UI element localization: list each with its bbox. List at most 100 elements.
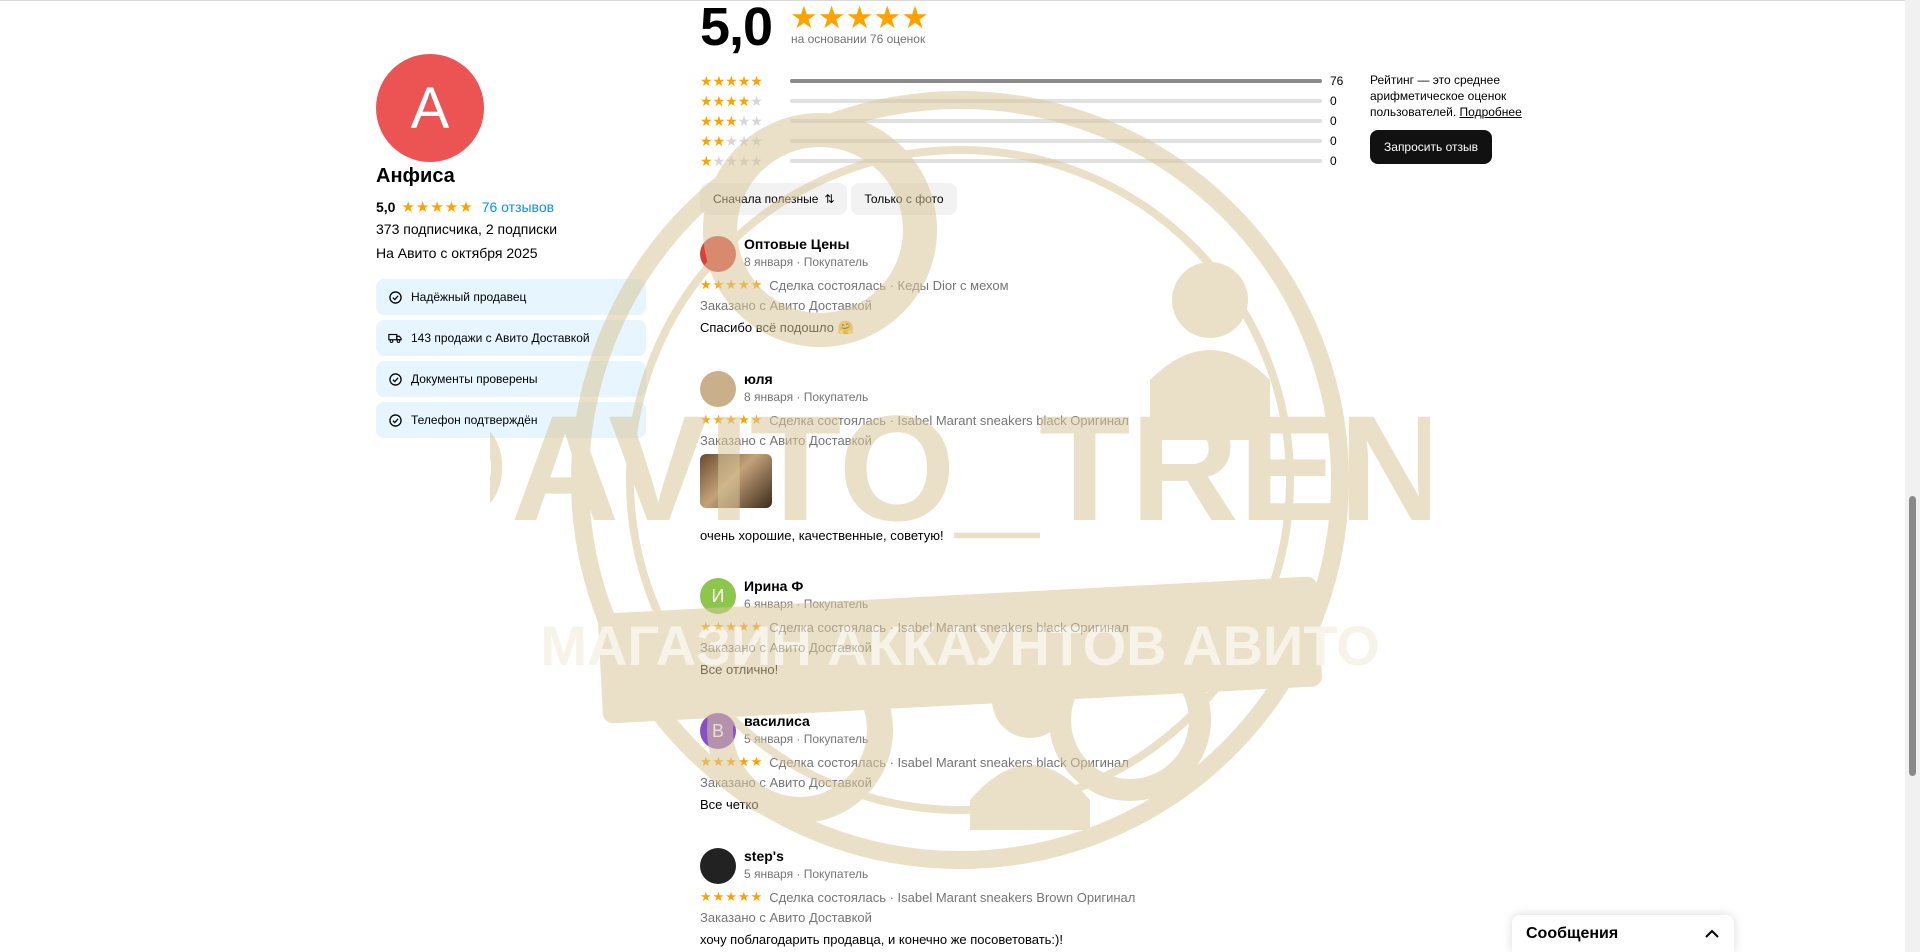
rating-explanation: Рейтинг — это среднее арифметическое оце… — [1370, 72, 1550, 120]
review-stars-icon: ★★★★★ — [700, 889, 764, 904]
badge-delivery-sales[interactable]: 143 продажи с Авито Доставкой — [376, 320, 646, 356]
ratings-count: на основании 76 оценок — [791, 32, 926, 46]
request-review-button[interactable]: Запросить отзыв — [1370, 130, 1492, 164]
reviews-count-link[interactable]: 76 отзывов — [482, 199, 554, 215]
reviewer-name[interactable]: Ирина Ф — [744, 578, 803, 594]
reviewer-name[interactable]: step's — [744, 848, 784, 864]
order-info: Заказано с Авито Доставкой — [700, 910, 872, 925]
review-filters: Сначала полезные ⇅ Только с фото — [700, 183, 961, 215]
review-text: очень хорошие, качественные, советую! — [700, 528, 944, 543]
review-meta: 6 января · Покупатель — [744, 597, 869, 611]
page-scrollbar[interactable] — [1905, 0, 1920, 952]
row-count: 0 — [1330, 94, 1337, 108]
badge-label: 143 продажи с Авито Доставкой — [411, 331, 590, 345]
seller-badges: Надёжный продавец 143 продажи с Авито До… — [376, 279, 646, 443]
reviewer-avatar[interactable] — [700, 236, 736, 272]
overall-score: 5,0 — [700, 0, 773, 57]
seller-stars-icon: ★★★★★ — [401, 199, 474, 216]
rating-distribution: ★★★★★ 76 ★★★★★ 0 ★★★★★ 0 ★★★★★ 0 ★★★★★ 0 — [700, 71, 1345, 171]
reviewer-avatar[interactable]: В — [700, 713, 736, 749]
learn-more-link[interactable]: Подробнее — [1460, 105, 1522, 119]
badge-documents-verified[interactable]: Документы проверены — [376, 361, 646, 397]
deal-text[interactable]: Сделка состоялась · Isabel Marant sneake… — [769, 755, 1129, 770]
reviewer-avatar[interactable] — [700, 371, 736, 407]
badge-phone-verified[interactable]: Телефон подтверждён — [376, 402, 646, 438]
scrollbar-thumb[interactable] — [1909, 496, 1916, 776]
badge-label: Телефон подтверждён — [411, 413, 538, 427]
seller-rating: 5,0 ★★★★★ 76 отзывов — [376, 198, 554, 216]
review-deal: ★★★★★ Сделка состоялась · Isabel Marant s… — [700, 754, 1129, 770]
check-circle-icon — [388, 290, 402, 304]
photo-only-filter[interactable]: Только с фото — [851, 183, 957, 215]
review-meta: 5 января · Покупатель — [744, 732, 869, 746]
subscribers-info[interactable]: 373 подписчика, 2 подписки — [376, 221, 557, 237]
order-info: Заказано с Авито Доставкой — [700, 775, 872, 790]
check-circle-icon — [388, 413, 402, 427]
seller-score: 5,0 — [376, 199, 396, 215]
row-bar — [790, 159, 1322, 163]
check-circle-icon — [388, 372, 402, 386]
deal-text[interactable]: Сделка состоялась · Isabel Marant sneake… — [769, 620, 1129, 635]
row-bar-fill — [790, 79, 1322, 83]
seller-name[interactable]: Анфиса — [376, 165, 455, 188]
review-stars-icon: ★★★★★ — [700, 277, 764, 292]
avatar-letter: И — [711, 585, 725, 606]
order-info: Заказано с Авито Доставкой — [700, 298, 872, 313]
order-info: Заказано с Авито Доставкой — [700, 640, 872, 655]
deal-text[interactable]: Сделка состоялась · Isabel Marant sneake… — [769, 413, 1129, 428]
review-stars-icon: ★★★★★ — [700, 412, 764, 427]
review-meta: 8 января · Покупатель — [744, 255, 869, 269]
rating-row-4: ★★★★★ 0 — [700, 91, 1345, 111]
reviewer-avatar[interactable] — [700, 848, 736, 884]
review-stars-icon: ★★★★★ — [700, 754, 764, 769]
member-since: На Авито с октября 2025 — [376, 245, 538, 261]
avatar-letter: В — [711, 720, 724, 741]
row-stars-icon: ★★★★★ — [700, 112, 763, 129]
sort-useful-button[interactable]: Сначала полезные ⇅ — [700, 183, 848, 215]
row-stars-icon: ★★★★★ — [700, 152, 763, 169]
row-stars-icon: ★★★★★ — [700, 72, 763, 89]
review-deal: ★★★★★ Сделка состоялась · Isabel Marant s… — [700, 889, 1135, 905]
seller-avatar[interactable]: А — [376, 54, 484, 162]
messages-title: Сообщения — [1526, 924, 1619, 942]
badge-reliable-seller[interactable]: Надёжный продавец — [376, 279, 646, 315]
review-text: Все четко — [700, 797, 759, 812]
row-count: 0 — [1330, 154, 1337, 168]
deal-text[interactable]: Сделка состоялась · Isabel Marant sneake… — [769, 890, 1135, 905]
review-text: Все отлично! — [700, 662, 779, 677]
badge-label: Документы проверены — [411, 372, 538, 386]
row-stars-icon: ★★★★★ — [700, 92, 763, 109]
reviewer-name[interactable]: Оптовые Цены — [744, 236, 849, 252]
truck-icon — [388, 331, 402, 345]
row-count: 0 — [1330, 114, 1337, 128]
rating-row-5: ★★★★★ 76 — [700, 71, 1345, 91]
row-stars-icon: ★★★★★ — [700, 132, 763, 149]
sort-label: Сначала полезные — [713, 192, 819, 206]
overall-stars-icon: ★★★★★ — [790, 0, 929, 35]
row-bar — [790, 79, 1322, 83]
row-bar — [790, 119, 1322, 123]
rating-row-1: ★★★★★ 0 — [700, 151, 1345, 171]
review-deal: ★★★★★ Сделка состоялась · Кеды Dior с мех… — [700, 277, 1009, 293]
review-text: хочу поблагодарить продавца, и конечно ж… — [700, 932, 1063, 947]
review-stars-icon: ★★★★★ — [700, 619, 764, 634]
watermark-logo: @AVITO_TREND МАГАЗИН АККАУНТОВ АВИТО — [490, 91, 1430, 869]
chevron-up-icon[interactable] — [1704, 926, 1720, 942]
avatar-letter: А — [410, 75, 450, 141]
row-bar — [790, 139, 1322, 143]
rating-row-2: ★★★★★ 0 — [700, 131, 1345, 151]
reviewer-avatar[interactable]: И — [700, 578, 736, 614]
photo-filter-label: Только с фото — [864, 192, 944, 206]
badge-label: Надёжный продавец — [411, 290, 527, 304]
reviewer-name[interactable]: юля — [744, 371, 773, 387]
review-meta: 8 января · Покупатель — [744, 390, 869, 404]
messages-widget[interactable]: Сообщения — [1512, 915, 1734, 952]
review-photo[interactable] — [700, 454, 772, 508]
review-meta: 5 января · Покупатель — [744, 867, 869, 881]
sort-icon: ⇅ — [824, 192, 835, 206]
reviewer-name[interactable]: василиса — [744, 713, 810, 729]
review-text: Спасибо всё подошло 🤗 — [700, 320, 854, 335]
row-bar — [790, 99, 1322, 103]
row-count: 0 — [1330, 134, 1337, 148]
deal-text[interactable]: Сделка состоялась · Кеды Dior с мехом — [769, 278, 1008, 293]
